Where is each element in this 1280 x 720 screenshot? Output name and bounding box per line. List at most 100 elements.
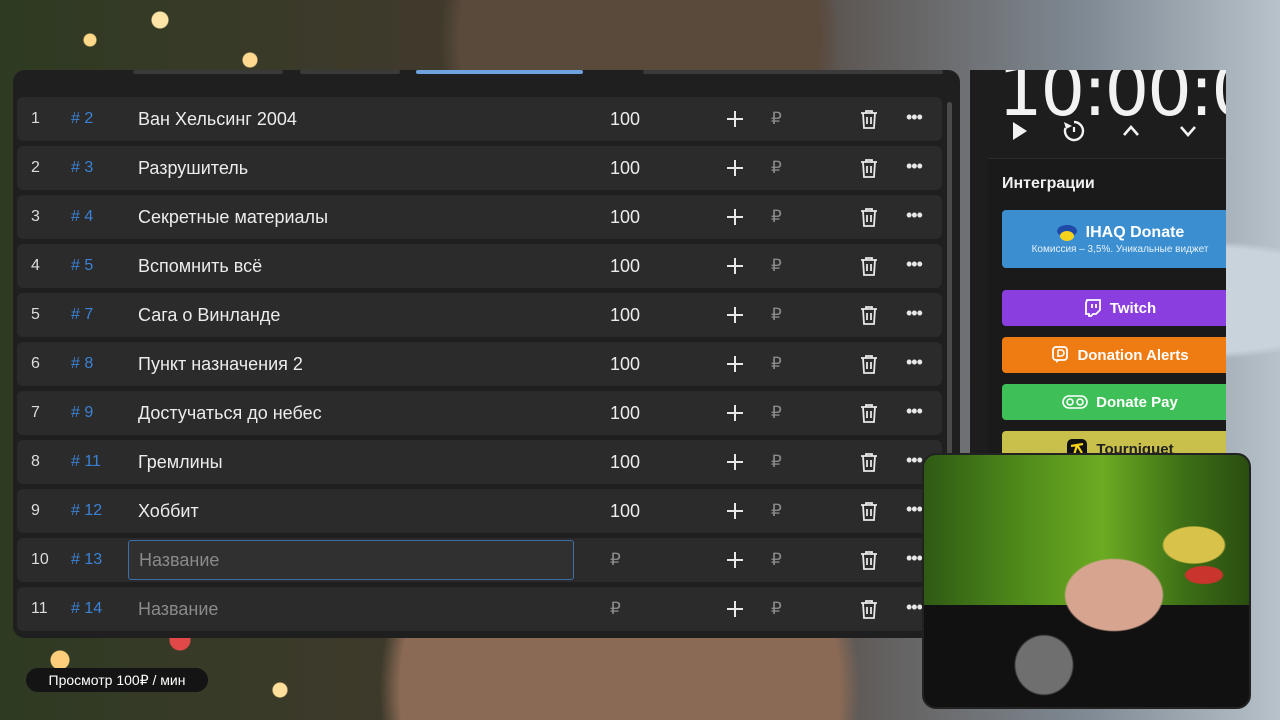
row-id: # 7 (71, 306, 94, 323)
row-index: 5 (31, 306, 40, 323)
donation-alerts-button[interactable]: Donation Alerts (1002, 337, 1226, 373)
trash-icon[interactable] (860, 403, 878, 423)
trash-icon[interactable] (860, 550, 878, 570)
more-icon[interactable]: ••• (906, 548, 923, 569)
lot-row[interactable]: 5 # 7 Сага о Винланде 100 ₽ ••• (17, 293, 942, 337)
currency-icon: ₽ (771, 452, 782, 471)
more-icon[interactable]: ••• (906, 450, 923, 471)
trash-icon[interactable] (860, 207, 878, 227)
webcam-overlay (922, 453, 1251, 709)
row-index: 3 (31, 208, 40, 225)
lot-row[interactable]: 7 # 9 Достучаться до небес 100 ₽ ••• (17, 391, 942, 435)
row-amount[interactable]: 100 (610, 501, 640, 522)
trash-icon[interactable] (860, 354, 878, 374)
lot-row[interactable]: 1 # 2 Ван Хельсинг 2004 100 ₽ ••• (17, 97, 942, 141)
row-title[interactable]: Секретные материалы (138, 207, 328, 228)
trash-icon[interactable] (860, 305, 878, 325)
lot-row[interactable]: 2 # 3 Разрушитель 100 ₽ ••• (17, 146, 942, 190)
tab-active[interactable] (416, 70, 583, 74)
more-icon[interactable]: ••• (906, 303, 923, 324)
currency-icon: ₽ (771, 109, 782, 128)
twitch-button[interactable]: Twitch (1002, 290, 1226, 326)
row-amount[interactable]: 100 (610, 207, 640, 228)
lot-row[interactable]: 6 # 8 Пункт назначения 2 100 ₽ ••• (17, 342, 942, 386)
ihaq-donate-button[interactable]: IHAQ Donate Комиссия – 3,5%. Уникальные … (1002, 210, 1226, 268)
row-id: # 9 (71, 404, 94, 421)
lot-name-input[interactable] (128, 589, 574, 629)
tourniquet-button[interactable]: Tourniquet (1002, 431, 1226, 454)
add-amount-icon[interactable] (723, 352, 747, 376)
add-amount-icon[interactable] (723, 107, 747, 131)
trash-icon[interactable] (860, 599, 878, 619)
add-amount-icon[interactable] (723, 254, 747, 278)
row-amount[interactable]: 100 (610, 158, 640, 179)
lot-row[interactable]: 3 # 4 Секретные материалы 100 ₽ ••• (17, 195, 942, 239)
lot-name-input[interactable] (128, 540, 574, 580)
more-icon[interactable]: ••• (906, 352, 923, 373)
row-title[interactable]: Хоббит (138, 501, 199, 522)
row-amount[interactable]: 100 (610, 109, 640, 130)
trash-icon[interactable] (860, 501, 878, 521)
add-amount-icon[interactable] (723, 450, 747, 474)
amount-input[interactable]: ₽ (610, 550, 621, 570)
row-title[interactable]: Ван Хельсинг 2004 (138, 109, 297, 130)
row-index: 7 (31, 404, 40, 421)
row-amount[interactable]: 100 (610, 403, 640, 424)
trash-icon[interactable] (860, 256, 878, 276)
lot-row[interactable]: 4 # 5 Вспомнить всё 100 ₽ ••• (17, 244, 942, 288)
row-id: # 8 (71, 355, 94, 372)
more-icon[interactable]: ••• (906, 156, 923, 177)
more-icon[interactable]: ••• (906, 401, 923, 422)
trash-icon[interactable] (860, 109, 878, 129)
add-amount-icon[interactable] (723, 597, 747, 621)
add-amount-icon[interactable] (723, 205, 747, 229)
row-index: 10 (31, 551, 49, 568)
donate-pay-label: Donate Pay (1096, 393, 1178, 411)
amount-input[interactable]: ₽ (610, 599, 621, 619)
currency-icon: ₽ (771, 207, 782, 226)
add-amount-icon[interactable] (723, 401, 747, 425)
row-id: # 14 (71, 600, 103, 617)
lot-row[interactable]: 9 # 12 Хоббит 100 ₽ ••• (17, 489, 942, 533)
reset-icon[interactable] (1061, 118, 1087, 144)
new-lot-row[interactable]: 10 # 13 ₽ ₽ ••• (17, 538, 942, 582)
row-amount[interactable]: 100 (610, 354, 640, 375)
view-price-badge: Просмотр 100₽ / мин (26, 668, 208, 692)
ihaq-logo-icon (1056, 224, 1077, 241)
row-title[interactable]: Сага о Винланде (138, 305, 280, 326)
row-id: # 2 (71, 110, 94, 127)
row-amount[interactable]: 100 (610, 256, 640, 277)
tab-4[interactable] (643, 70, 943, 74)
add-amount-icon[interactable] (723, 156, 747, 180)
trash-icon[interactable] (860, 158, 878, 178)
row-id: # 13 (71, 551, 103, 568)
chevron-down-icon[interactable] (1175, 118, 1201, 144)
add-amount-icon[interactable] (723, 548, 747, 572)
row-amount[interactable]: 100 (610, 452, 640, 473)
ihaq-subtitle: Комиссия – 3,5%. Уникальные виджет (1031, 243, 1209, 255)
more-icon[interactable]: ••• (906, 597, 923, 618)
new-lot-row[interactable]: 11 # 14 ₽ ₽ ••• (17, 587, 942, 631)
donate-pay-button[interactable]: Donate Pay (1002, 384, 1226, 420)
trash-icon[interactable] (860, 452, 878, 472)
row-title[interactable]: Достучаться до небес (138, 403, 322, 424)
lot-row[interactable]: 8 # 11 Гремлины 100 ₽ ••• (17, 440, 942, 484)
row-title[interactable]: Пункт назначения 2 (138, 354, 303, 375)
row-title[interactable]: Вспомнить всё (138, 256, 262, 277)
row-title[interactable]: Гремлины (138, 452, 223, 473)
donation-alerts-label: Donation Alerts (1077, 346, 1189, 364)
row-title[interactable]: Разрушитель (138, 158, 248, 179)
currency-icon: ₽ (771, 305, 782, 324)
row-amount[interactable]: 100 (610, 305, 640, 326)
add-amount-icon[interactable] (723, 303, 747, 327)
tab-1[interactable] (133, 70, 283, 74)
more-icon[interactable]: ••• (906, 107, 923, 128)
chevron-up-icon[interactable] (1118, 118, 1144, 144)
more-icon[interactable]: ••• (906, 254, 923, 275)
more-icon[interactable]: ••• (906, 499, 923, 520)
play-icon[interactable] (1006, 118, 1032, 144)
more-icon[interactable]: ••• (906, 205, 923, 226)
integrations-section: Интеграции IHAQ Donate Комиссия – 3,5%. … (988, 158, 1226, 454)
tab-2[interactable] (300, 70, 400, 74)
add-amount-icon[interactable] (723, 499, 747, 523)
